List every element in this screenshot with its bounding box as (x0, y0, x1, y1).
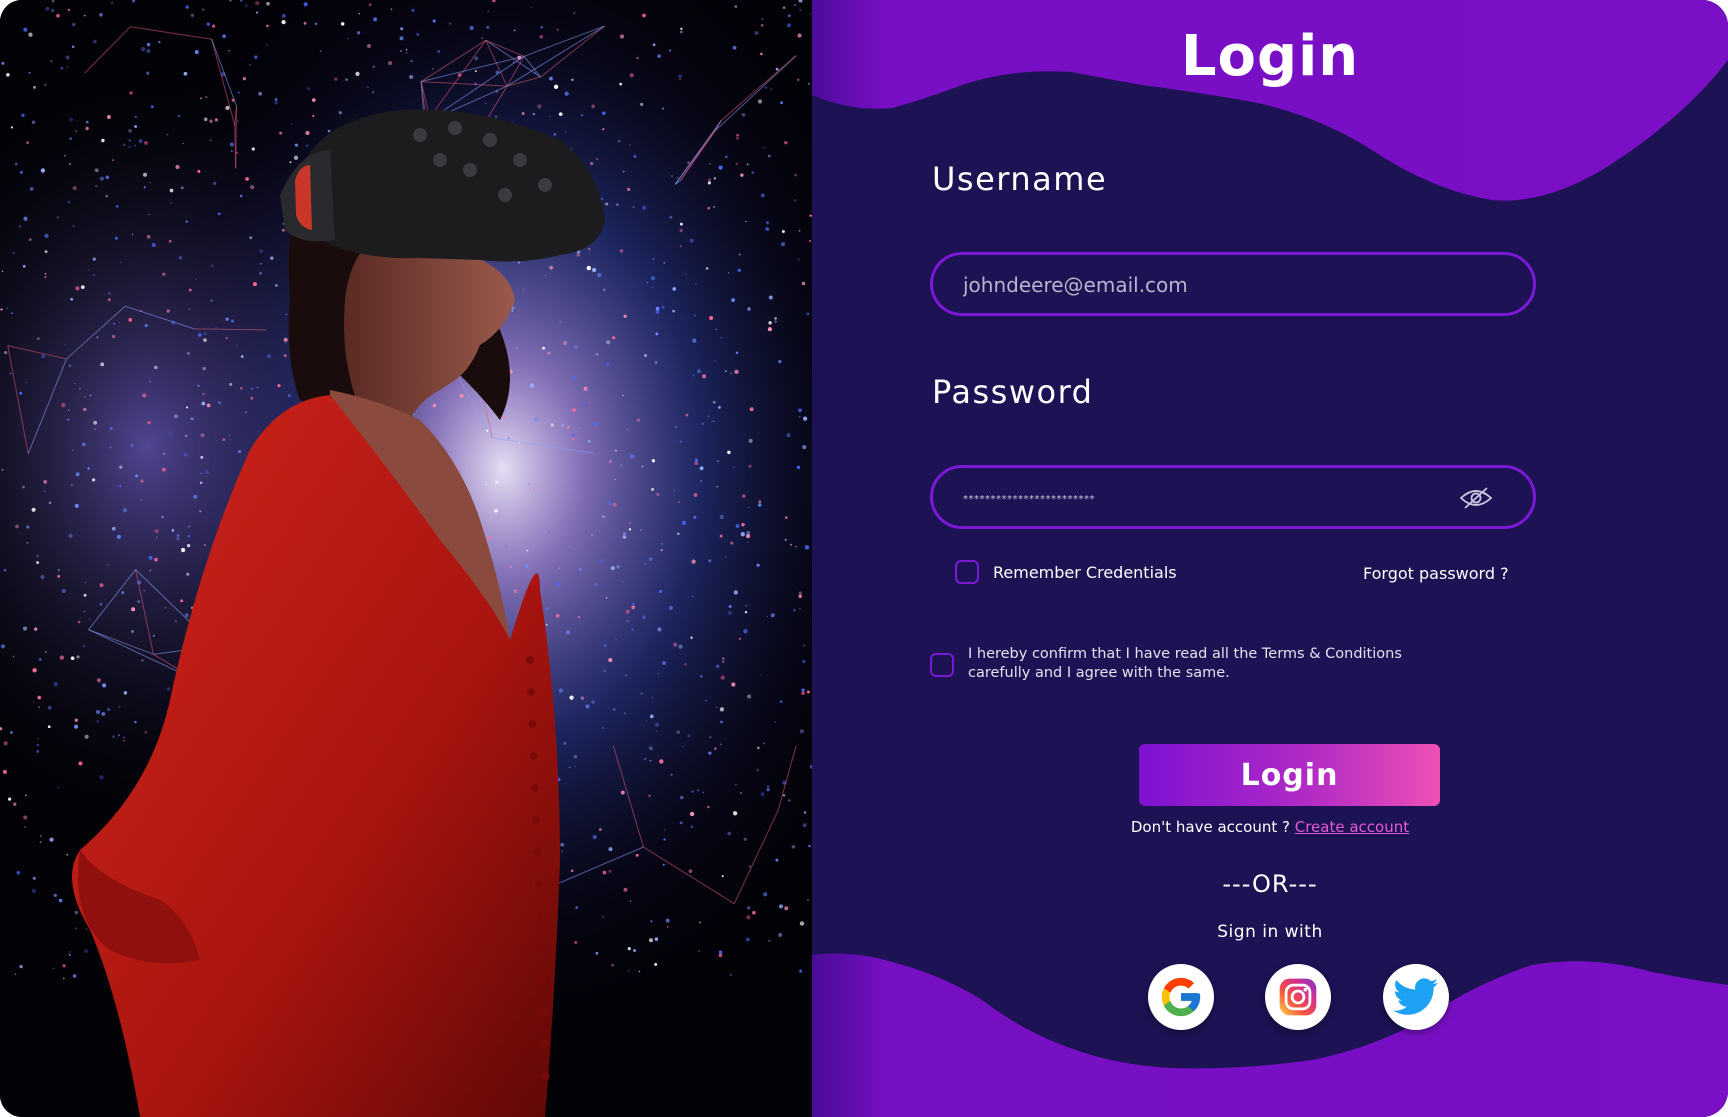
terms-checkbox[interactable] (930, 653, 954, 677)
hero-image (0, 0, 812, 1117)
google-icon (1161, 977, 1201, 1017)
signup-prompt: Don't have account ? Create account (812, 818, 1728, 836)
no-account-text: Don't have account ? (1130, 818, 1290, 836)
username-input[interactable] (961, 255, 1445, 315)
page-title: Login (1180, 24, 1360, 89)
instagram-icon (1279, 978, 1317, 1016)
remember-label: Remember Credentials (993, 563, 1177, 582)
password-field[interactable]: ************************ (930, 465, 1536, 529)
login-button[interactable]: Login (1139, 744, 1440, 806)
login-panel: Login Username Password ****************… (812, 0, 1728, 1117)
twitter-signin-button[interactable] (1383, 964, 1449, 1030)
twitter-icon (1393, 978, 1439, 1015)
terms-text: I hereby confirm that I have read all th… (968, 646, 1402, 681)
password-label: Password (932, 373, 1094, 411)
remember-checkbox[interactable] (955, 560, 979, 584)
forgot-password-link[interactable]: Forgot password ? (1363, 564, 1509, 583)
username-field-wrapper (930, 252, 1536, 316)
create-account-link[interactable]: Create account (1295, 818, 1409, 836)
or-separator: ---OR--- (1222, 870, 1318, 898)
username-label: Username (932, 160, 1108, 198)
google-signin-button[interactable] (1148, 964, 1214, 1030)
instagram-signin-button[interactable] (1265, 964, 1331, 1030)
sign-in-with-label: Sign in with (1217, 922, 1323, 942)
eye-slash-icon[interactable] (1459, 486, 1493, 510)
password-masked-value: ************************ (963, 494, 1095, 505)
login-card: Login Username Password ****************… (0, 0, 1728, 1117)
